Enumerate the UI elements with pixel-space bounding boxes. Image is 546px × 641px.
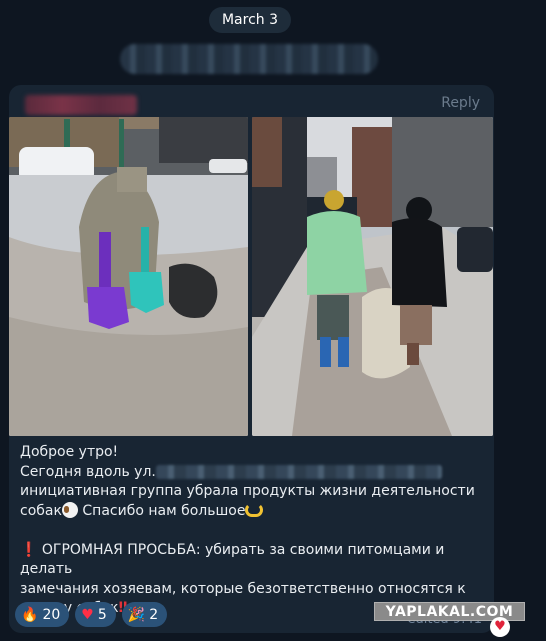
- photo-trash-bags[interactable]: [9, 117, 248, 436]
- caption-line: Спасибо нам большое: [77, 502, 246, 519]
- dog-face-icon: [61, 501, 78, 518]
- caption-line: Сегодня вдоль ул.: [20, 463, 156, 480]
- blurred-service-message: [120, 44, 378, 74]
- message-caption: Доброе утро! Сегодня вдоль ул. инициатив…: [20, 443, 488, 619]
- reaction-fire[interactable]: 🔥 20: [15, 602, 70, 627]
- reaction-count: 2: [149, 606, 159, 623]
- reaction-count: 20: [42, 606, 61, 623]
- reaction-party[interactable]: 🎉 2: [121, 602, 168, 627]
- blurred-street-name: [155, 464, 442, 479]
- party-popper-icon: 🎉: [127, 606, 146, 623]
- message-bubble[interactable]: Reply Доброе утро! Сегодня вдоль ул. ини…: [9, 85, 494, 633]
- exclamation-icon: ❗: [20, 541, 38, 558]
- reply-button[interactable]: Reply: [441, 95, 480, 111]
- date-separator: March 3: [209, 7, 291, 33]
- photo-volunteers-walking[interactable]: [252, 117, 493, 436]
- heart-icon: ♥: [81, 606, 94, 623]
- blurred-sender-name: [25, 95, 137, 115]
- fire-icon: 🔥: [21, 606, 39, 623]
- reactions-bar: 🔥 20 ♥ 5 🎉 2: [15, 602, 168, 628]
- message-header: Reply: [19, 93, 484, 117]
- caption-line: Доброе утро!: [20, 444, 119, 460]
- caption-line: ОГРОМНАЯ ПРОСЬБА: убирать за своими пито…: [20, 541, 445, 578]
- caption-line: собак: [20, 502, 62, 519]
- reaction-count: 5: [97, 606, 107, 623]
- heart-icon: ♥: [490, 617, 510, 637]
- reaction-heart[interactable]: ♥ 5: [75, 602, 116, 627]
- caption-line: замечания хозяевам, которые безответстве…: [20, 580, 466, 597]
- heart-hands-icon: [245, 502, 264, 517]
- caption-line: инициативная группа убрала продукты жизн…: [20, 483, 475, 499]
